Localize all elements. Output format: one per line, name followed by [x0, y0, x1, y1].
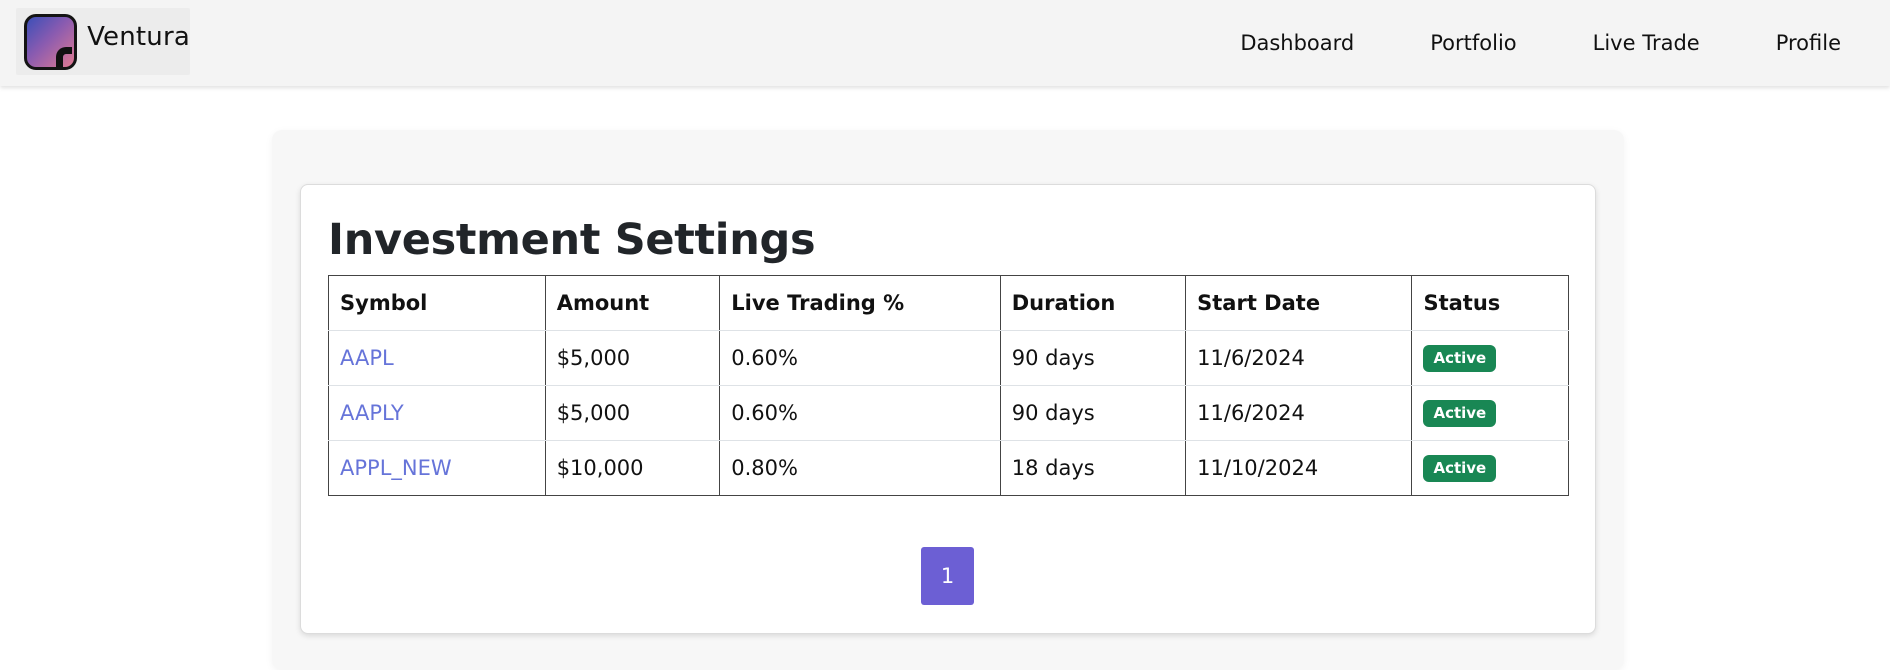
- table-header-row: Symbol Amount Live Trading % Duration St…: [328, 275, 1569, 331]
- status-badge: Active: [1423, 345, 1497, 372]
- col-header-duration: Duration: [999, 275, 1187, 331]
- page-title: Investment Settings: [328, 215, 816, 265]
- live-trading-cell: 0.60%: [719, 330, 1001, 386]
- settings-card: Investment Settings Symbol Amount Live T…: [300, 184, 1596, 634]
- nav-profile[interactable]: Profile: [1738, 31, 1890, 55]
- col-header-status: Status: [1411, 275, 1569, 331]
- amount-cell: $5,000: [544, 330, 721, 386]
- symbol-link[interactable]: APPL_NEW: [340, 456, 452, 480]
- brand-name: Ventura: [87, 21, 190, 52]
- ventura-logo-icon: [24, 13, 78, 70]
- start-date-cell: 11/10/2024: [1185, 440, 1413, 496]
- nav-portfolio[interactable]: Portfolio: [1392, 31, 1554, 55]
- live-trading-cell: 0.80%: [719, 440, 1001, 496]
- table-row: AAPLY $5,000 0.60% 90 days 11/6/2024 Act…: [328, 385, 1569, 441]
- content-container: Investment Settings Symbol Amount Live T…: [272, 130, 1624, 670]
- nav-live-trade[interactable]: Live Trade: [1555, 31, 1738, 55]
- symbol-link[interactable]: AAPLY: [340, 401, 404, 425]
- main-nav: Dashboard Portfolio Live Trade Profile: [1202, 0, 1890, 86]
- pagination-page-button[interactable]: 1: [921, 547, 974, 605]
- col-header-start-date: Start Date: [1185, 275, 1413, 331]
- investment-settings-table: Symbol Amount Live Trading % Duration St…: [328, 275, 1569, 496]
- brand-link[interactable]: Ventura: [16, 8, 190, 75]
- nav-dashboard[interactable]: Dashboard: [1202, 31, 1392, 55]
- status-badge: Active: [1423, 455, 1497, 482]
- top-navbar: Ventura Dashboard Portfolio Live Trade P…: [0, 0, 1890, 86]
- table-row: AAPL $5,000 0.60% 90 days 11/6/2024 Acti…: [328, 330, 1569, 386]
- start-date-cell: 11/6/2024: [1185, 385, 1413, 441]
- amount-cell: $5,000: [544, 385, 721, 441]
- status-badge: Active: [1423, 400, 1497, 427]
- duration-cell: 18 days: [999, 440, 1187, 496]
- table-row: APPL_NEW $10,000 0.80% 18 days 11/10/202…: [328, 440, 1569, 496]
- col-header-live-trading: Live Trading %: [719, 275, 1001, 331]
- amount-cell: $10,000: [544, 440, 721, 496]
- col-header-amount: Amount: [544, 275, 721, 331]
- start-date-cell: 11/6/2024: [1185, 330, 1413, 386]
- duration-cell: 90 days: [999, 330, 1187, 386]
- symbol-link[interactable]: AAPL: [340, 346, 394, 370]
- duration-cell: 90 days: [999, 385, 1187, 441]
- col-header-symbol: Symbol: [328, 275, 546, 331]
- live-trading-cell: 0.60%: [719, 385, 1001, 441]
